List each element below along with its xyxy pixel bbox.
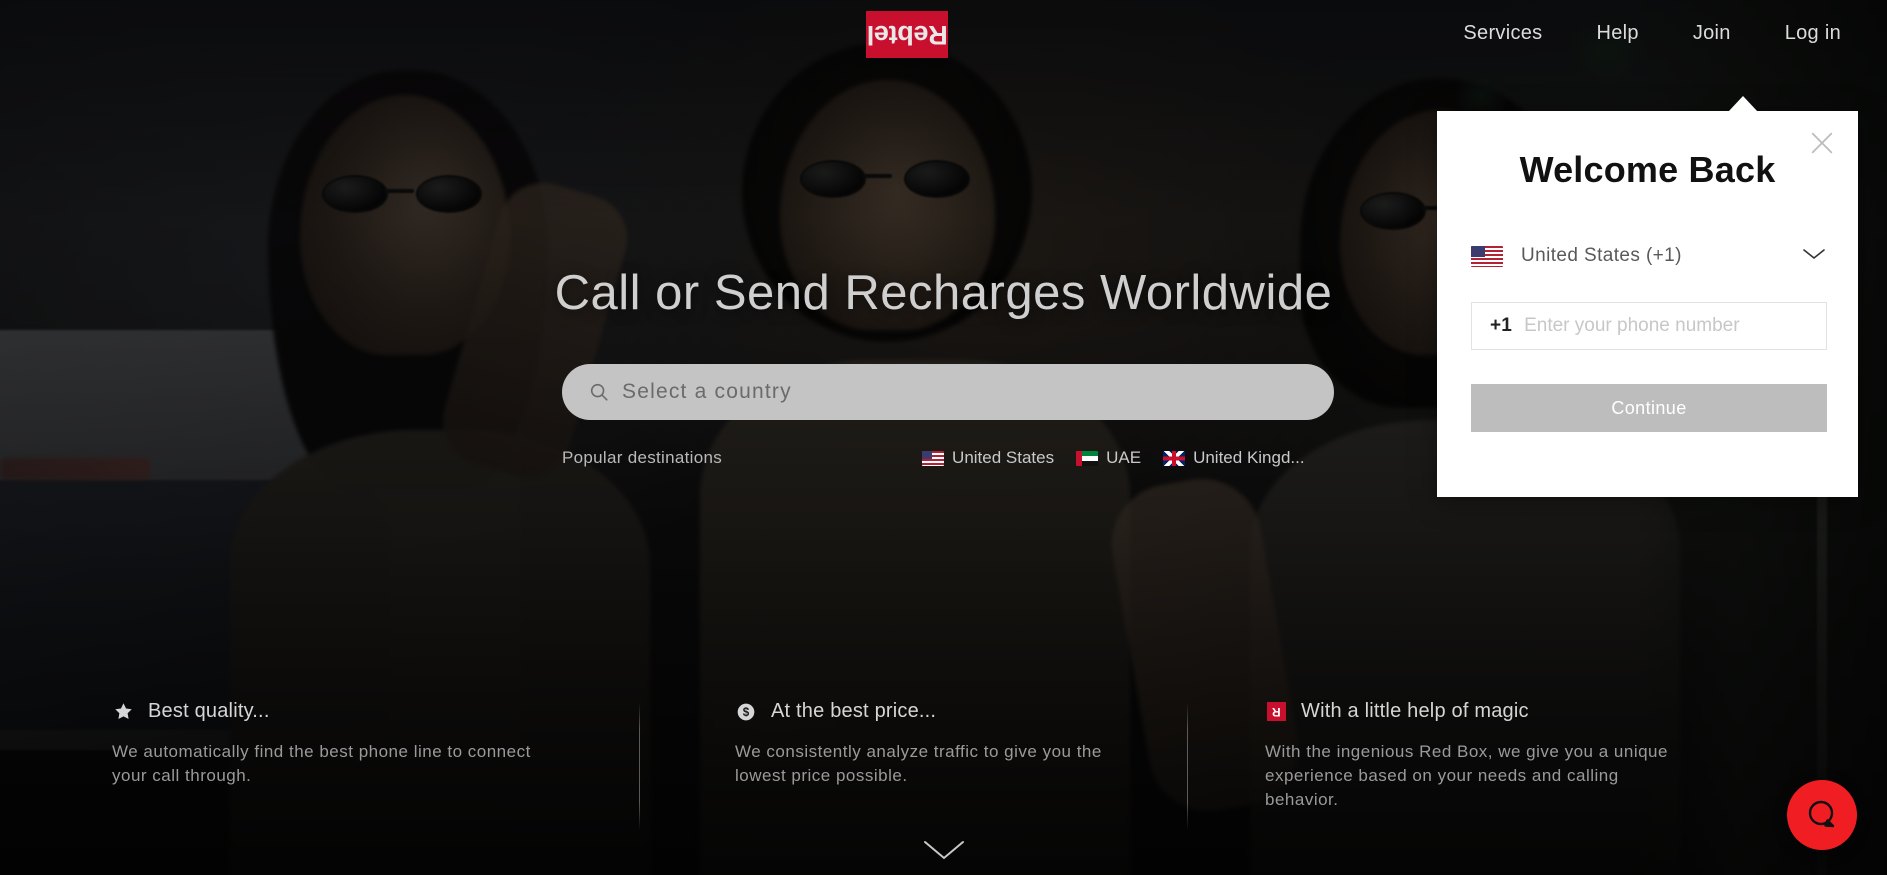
popular-destinations: Popular destinations United States UAE U… <box>562 448 1352 468</box>
destination-united-kingdom[interactable]: United Kingd... <box>1163 448 1305 468</box>
feature-best-price: $ At the best price... We consistently a… <box>640 700 1188 860</box>
destination-uae[interactable]: UAE <box>1076 448 1141 468</box>
feature-header: $ At the best price... <box>735 700 1144 723</box>
feature-list: Best quality... We automatically find th… <box>0 700 1887 860</box>
search-icon <box>590 383 608 401</box>
feature-description: We automatically find the best phone lin… <box>112 742 531 786</box>
modal-title: Welcome Back <box>1519 149 1776 190</box>
rebtel-logo[interactable]: Rebtel <box>866 11 948 58</box>
country-code-selector[interactable]: United States (+1) <box>1471 236 1827 276</box>
star-icon <box>112 701 134 723</box>
chevron-down-icon <box>1801 247 1827 266</box>
us-flag-icon <box>922 450 945 466</box>
popular-destination-list: United States UAE United Kingd... <box>922 448 1305 468</box>
feature-title: At the best price... <box>771 700 937 722</box>
selected-country-label: United States (+1) <box>1521 245 1682 266</box>
destination-label: United States <box>952 448 1055 467</box>
feature-title: Best quality... <box>148 700 270 722</box>
feature-description: We consistently analyze traffic to give … <box>735 742 1102 786</box>
feature-magic: R With a little help of magic With the i… <box>1170 700 1730 860</box>
destination-label: UAE <box>1106 448 1142 467</box>
phone-input[interactable] <box>1524 315 1808 337</box>
nav-item-join[interactable]: Join <box>1693 22 1731 45</box>
svg-text:$: $ <box>743 706 750 719</box>
country-search-input[interactable]: Select a country <box>562 364 1334 420</box>
destination-united-states[interactable]: United States <box>922 448 1054 468</box>
scroll-down-chevron-icon[interactable] <box>922 838 966 867</box>
dollar-coin-icon: $ <box>735 701 757 723</box>
nav-item-help[interactable]: Help <box>1596 22 1638 45</box>
feature-description: With the ingenious Red Box, we give you … <box>1265 742 1668 810</box>
feature-header: R With a little help of magic <box>1265 700 1704 723</box>
feature-title: With a little help of magic <box>1301 700 1529 722</box>
site-header: Rebtel Services Help Join Log in <box>0 0 1887 84</box>
nav-item-login[interactable]: Log in <box>1785 22 1841 45</box>
us-flag-icon <box>1471 245 1503 267</box>
uk-flag-icon <box>1163 450 1186 466</box>
continue-button[interactable]: Continue <box>1471 384 1827 432</box>
search-placeholder: Select a country <box>622 380 792 403</box>
popular-destinations-label: Popular destinations <box>562 448 723 467</box>
destination-label: United Kingd... <box>1193 448 1305 467</box>
red-box-icon: R <box>1265 701 1287 723</box>
feature-header: Best quality... <box>112 700 614 723</box>
main-navigation: Services Help Join Log in <box>1463 22 1841 45</box>
login-modal: Welcome Back United States (+1) +1 Conti… <box>1437 111 1858 497</box>
modal-pointer-arrow <box>1728 96 1758 112</box>
phone-prefix: +1 <box>1490 315 1513 336</box>
nav-item-services[interactable]: Services <box>1463 22 1542 45</box>
phone-number-field[interactable]: +1 <box>1471 302 1827 350</box>
chat-widget-button[interactable] <box>1787 780 1857 850</box>
uae-flag-icon <box>1076 450 1099 466</box>
logo-text: Rebtel <box>866 20 948 50</box>
chat-bubble-icon <box>1808 800 1835 828</box>
feature-best-quality: Best quality... We automatically find th… <box>0 700 640 860</box>
